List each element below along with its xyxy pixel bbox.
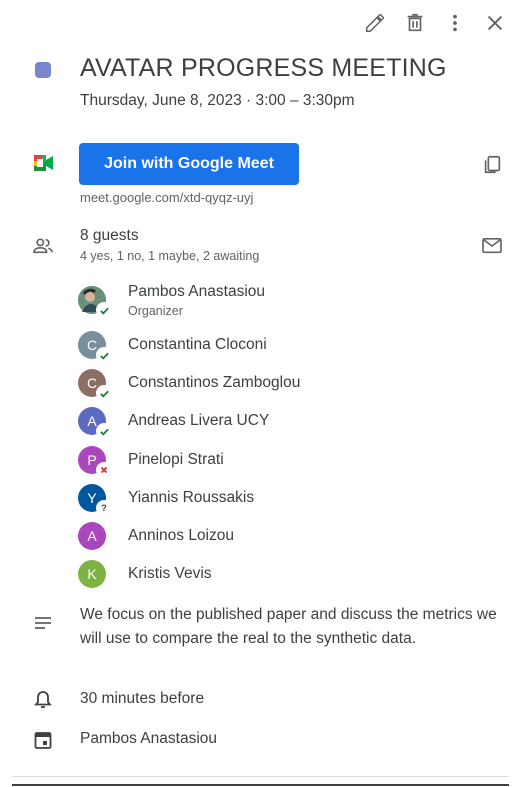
guest-item[interactable]: K Kristis Vevis — [78, 557, 212, 591]
guests-count: 8 guests — [80, 227, 139, 244]
event-title: AVATAR PROGRESS MEETING — [80, 54, 447, 82]
join-meet-button[interactable]: Join with Google Meet — [79, 143, 299, 185]
avatar: C — [78, 331, 112, 363]
delete-button[interactable] — [397, 8, 433, 38]
guest-text: Constantinos Zamboglou — [128, 374, 300, 392]
avatar-initial: Y — [87, 490, 97, 506]
calendar-icon — [34, 732, 52, 749]
copy-link-button[interactable] — [477, 150, 507, 180]
check-icon — [98, 349, 111, 362]
avatar-initial: C — [86, 375, 98, 391]
close-icon — [487, 15, 503, 31]
guest-text: Yiannis Roussakis — [128, 489, 254, 507]
check-icon — [98, 425, 111, 438]
more-vert-icon — [453, 14, 457, 32]
guest-item[interactable]: A Anninos Loizou — [78, 519, 234, 553]
toolbar — [357, 8, 513, 38]
avatar: P — [78, 446, 112, 478]
guest-item[interactable]: Pambos Anastasiou Organizer — [78, 283, 265, 318]
guest-text: Constantina Cloconi — [128, 336, 267, 354]
more-options-button[interactable] — [437, 8, 473, 38]
guest-item[interactable]: P Pinelopi Strati — [78, 443, 224, 478]
reminder-text: 30 minutes before — [80, 690, 205, 707]
maybe-badge: ? — [96, 500, 112, 516]
divider — [12, 776, 509, 777]
avatar: A — [78, 407, 112, 439]
guest-item[interactable]: A Andreas Livera UCY — [78, 404, 269, 439]
event-datetime: Thursday, June 8, 2023 · 3:00 – 3:30pm — [80, 92, 355, 109]
accepted-badge — [96, 423, 112, 439]
avatar — [78, 286, 112, 318]
guest-text: Pinelopi Strati — [128, 451, 224, 469]
close-button[interactable] — [477, 8, 513, 38]
guest-text: Anninos Loizou — [128, 527, 234, 545]
avatar: A — [78, 522, 106, 550]
bell-icon — [34, 691, 52, 708]
check-icon — [98, 304, 111, 317]
avatar-initial: A — [87, 413, 97, 429]
description-icon — [35, 617, 51, 629]
calendar-owner: Pambos Anastasiou — [80, 730, 218, 747]
guests-rsvp-summary: 4 yes, 1 no, 1 maybe, 2 awaiting — [80, 249, 260, 263]
guest-item[interactable]: C Constantinos Zamboglou — [78, 366, 300, 401]
check-icon — [98, 387, 111, 400]
guest-name: Constantina Cloconi — [128, 336, 267, 353]
guest-item[interactable]: C Constantina Cloconi — [78, 328, 267, 363]
guest-name: Pambos Anastasiou — [128, 282, 266, 300]
guest-text: Kristis Vevis — [128, 565, 212, 583]
google-meet-icon — [34, 155, 53, 171]
event-description: We focus on the published paper and disc… — [80, 606, 497, 647]
accepted-badge — [96, 385, 112, 401]
bottom-border — [12, 784, 509, 786]
x-icon — [98, 464, 111, 477]
guest-name: Andreas Livera UCY — [128, 412, 270, 429]
guest-name: Yiannis Roussakis — [128, 489, 255, 506]
guest-text: Pambos Anastasiou Organizer — [128, 283, 265, 318]
guest-name: Constantinos Zamboglou — [128, 374, 301, 391]
guest-name: Anninos Loizou — [128, 527, 234, 544]
edit-button[interactable] — [357, 8, 393, 38]
avatar: Y? — [78, 484, 112, 516]
avatar: K — [78, 560, 106, 588]
accepted-badge — [96, 347, 112, 363]
declined-badge — [96, 462, 112, 478]
accepted-badge — [96, 302, 112, 318]
avatar-initial: C — [86, 337, 98, 353]
avatar-initial: K — [87, 566, 97, 582]
people-icon — [33, 238, 53, 254]
guest-name: Kristis Vevis — [128, 565, 212, 582]
trash-icon — [407, 13, 423, 32]
pencil-icon — [366, 14, 384, 32]
mail-icon — [482, 237, 502, 254]
question-icon: ? — [101, 503, 107, 513]
meet-link[interactable]: meet.google.com/xtd-qyqz-uyj — [80, 190, 253, 205]
guest-item[interactable]: Y? Yiannis Roussakis — [78, 481, 254, 516]
avatar: C — [78, 369, 112, 401]
guest-text: Andreas Livera UCY — [128, 412, 269, 430]
guest-role: Organizer — [128, 303, 183, 318]
copy-icon — [484, 155, 501, 174]
event-color-swatch — [35, 62, 51, 78]
guest-name: Pinelopi Strati — [128, 451, 224, 468]
avatar-initial: A — [87, 528, 97, 544]
avatar-initial: P — [87, 452, 97, 468]
email-guests-button[interactable] — [477, 232, 507, 260]
